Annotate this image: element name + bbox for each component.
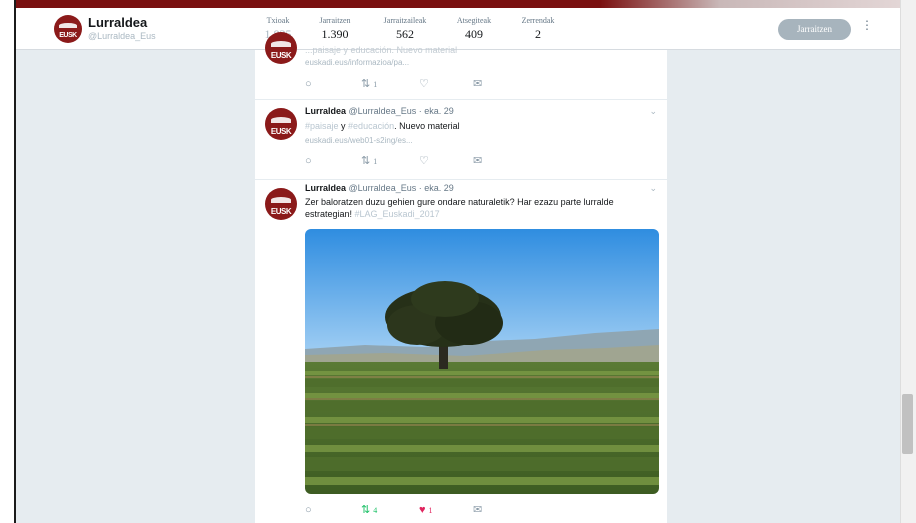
landscape-image (305, 229, 659, 494)
tweet-actions: ○ ⇅ 1 ♡ ✉ (305, 78, 555, 90)
stat-label: Jarraitzaileak (383, 16, 427, 25)
hashtag-link[interactable]: #paisaje (305, 121, 339, 131)
profile-name[interactable]: Lurraldea (88, 15, 147, 30)
tweet-text: Zer baloratzen duzu gehien gure ondare n… (305, 196, 657, 220)
tweet-header: Lurraldea @Lurraldea_Eus · eka. 29 (305, 106, 454, 116)
retweet-count: 1 (373, 80, 378, 89)
chevron-down-icon[interactable]: ⌄ (649, 183, 657, 194)
window-left-edge (0, 0, 16, 523)
stat-following[interactable]: Jarraitzen 1.390 (308, 16, 362, 42)
avatar-text: EUSK (270, 50, 292, 60)
scrollbar-thumb[interactable] (902, 394, 913, 454)
tweet-avatar[interactable]: EUSK (265, 188, 297, 220)
header-banner-strip (16, 0, 900, 8)
reply-icon[interactable]: ○ (305, 155, 312, 167)
stat-label: Atsegiteak (456, 16, 492, 25)
retweet-icon[interactable]: ⇅ 1 (361, 78, 377, 91)
avatar-text: EUSK (270, 206, 292, 216)
tweet[interactable]: EUSK Lurraldea @Lurraldea_Eus · eka. 29 … (255, 100, 669, 180)
retweet-icon[interactable]: ⇅ 4 (361, 504, 377, 517)
tweet[interactable]: EUSK Lurraldea @Lurraldea_Eus · eka. 29 … (255, 180, 669, 523)
message-icon[interactable]: ✉ (473, 78, 482, 90)
chevron-down-icon[interactable]: ⌄ (649, 106, 657, 117)
like-count: 1 (428, 506, 433, 515)
profile-handle: @Lurraldea_Eus (88, 31, 156, 41)
tweet-text: #paisaje y #educación. Nuevo material (305, 120, 657, 132)
tweet-author-name[interactable]: Lurraldea (305, 106, 346, 116)
tweet-handle-time[interactable]: @Lurraldea_Eus · eka. 29 (349, 106, 454, 116)
tweet-avatar[interactable]: EUSK (265, 108, 297, 140)
tweet[interactable]: EUSK ...paisaje y educación. Nuevo mater… (255, 32, 669, 100)
hashtag-link[interactable]: #LAG_Euskadi_2017 (355, 209, 440, 219)
tweet-actions: ○ ⇅ 1 ♡ ✉ (305, 155, 555, 167)
heart-icon[interactable]: ♡ (419, 78, 429, 90)
tweet-actions: ○ ⇅ 4 ♥ 1 ✉ (305, 504, 555, 516)
tweet-timeline: EUSK ...paisaje y educación. Nuevo mater… (254, 32, 669, 523)
avatar-text: EUSK (270, 126, 292, 136)
stat-label: Jarraitzen (319, 16, 351, 25)
stat-label: Txioak (266, 16, 290, 25)
tweet-link[interactable]: euskadi.eus/informazioa/pa... (305, 58, 409, 67)
tweet-link[interactable]: euskadi.eus/web01-s2ing/es... (305, 136, 413, 145)
tweet-text-fragment: y (338, 121, 349, 131)
tweet-text-body: Zer baloratzen duzu gehien gure ondare n… (305, 197, 614, 219)
retweet-count: 1 (373, 157, 378, 166)
tweet-text: ...paisaje y educación. Nuevo material (305, 45, 458, 55)
stat-value: 562 (396, 27, 414, 41)
tweet-avatar[interactable]: EUSK (265, 32, 297, 64)
heart-icon[interactable]: ♥ 1 (419, 504, 433, 517)
reply-icon[interactable]: ○ (305, 504, 312, 516)
hashtag-link[interactable]: #educación (348, 121, 394, 131)
message-icon[interactable]: ✉ (473, 155, 482, 167)
tweet-handle-time[interactable]: @Lurraldea_Eus · eka. 29 (349, 183, 454, 193)
tweet-text-fragment: . Nuevo material (394, 121, 460, 131)
message-icon[interactable]: ✉ (473, 504, 482, 516)
tweet-author-name[interactable]: Lurraldea (305, 183, 346, 193)
stat-lists[interactable]: Zerrendak 2 (512, 16, 564, 42)
reply-icon[interactable]: ○ (305, 78, 312, 90)
stat-value: 2 (535, 27, 541, 41)
retweet-icon[interactable]: ⇅ 1 (361, 155, 377, 168)
more-icon[interactable]: ⋮ (861, 19, 873, 31)
stat-value: 409 (465, 27, 483, 41)
avatar-text: EUSK (59, 32, 77, 40)
tweet-photo[interactable] (305, 229, 659, 494)
stat-label: Zerrendak (521, 16, 555, 25)
profile-avatar[interactable]: EUSK (54, 15, 82, 43)
stat-likes[interactable]: Atsegiteak 409 (448, 16, 500, 42)
stat-value: 1.390 (321, 27, 349, 41)
stat-followers[interactable]: Jarraitzaileak 562 (372, 16, 438, 42)
following-button[interactable]: Jarraitzen (778, 19, 851, 40)
retweet-count: 4 (373, 506, 378, 515)
tweet-header: Lurraldea @Lurraldea_Eus · eka. 29 (305, 183, 454, 193)
heart-icon[interactable]: ♡ (419, 155, 429, 167)
